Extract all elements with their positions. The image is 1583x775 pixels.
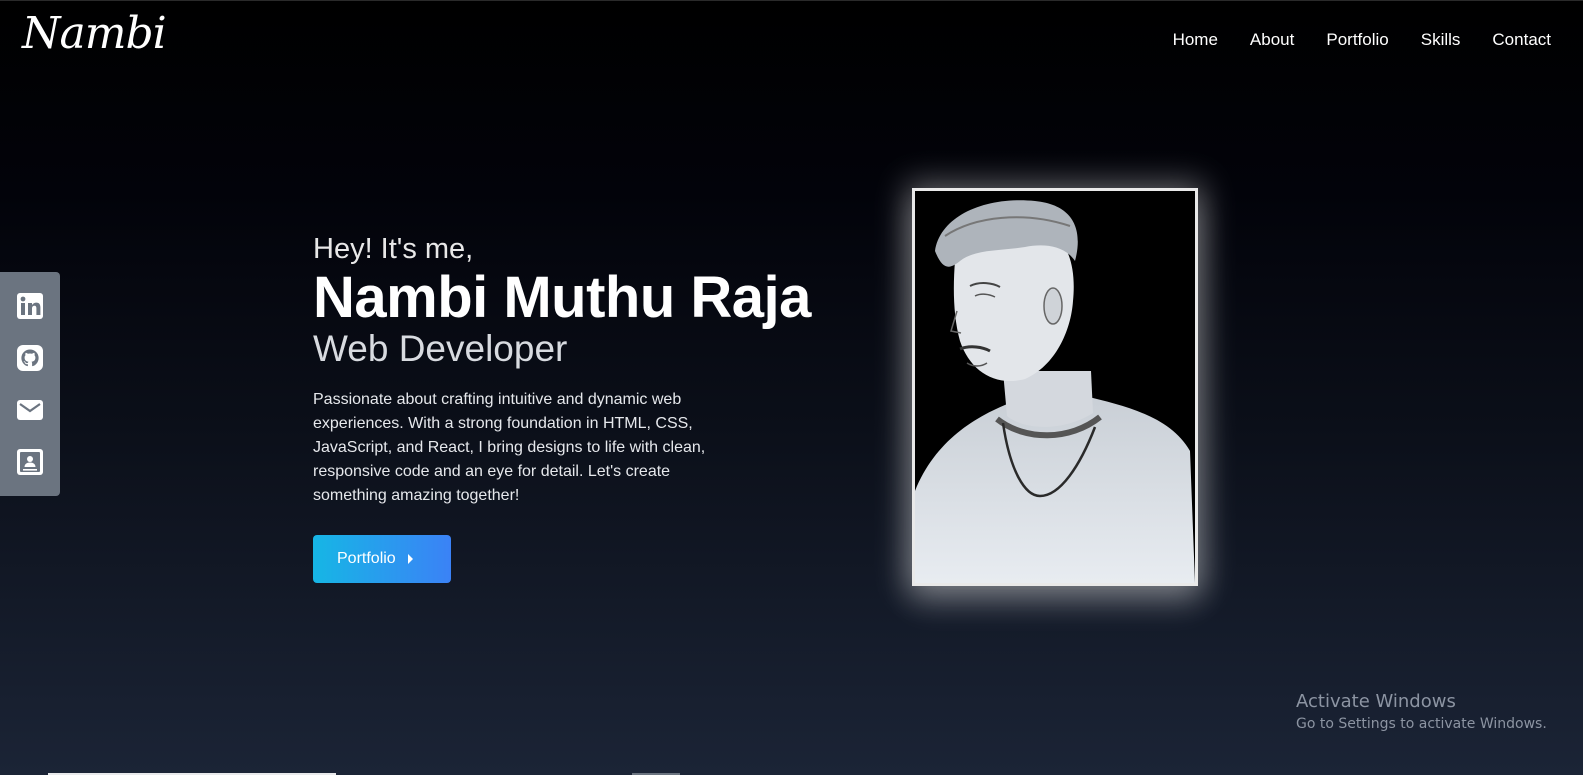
hero-role: Web Developer (313, 328, 568, 369)
linkedin-icon[interactable] (15, 291, 45, 321)
hero-name: Nambi Muthu Raja (313, 265, 811, 330)
main-nav: Home About Portfolio Skills Contact (1173, 30, 1551, 50)
nav-about[interactable]: About (1250, 30, 1294, 50)
nav-contact[interactable]: Contact (1492, 30, 1551, 50)
hero-section: Hey! It's me, Nambi Muthu Raja Web Devel… (313, 232, 873, 583)
watermark-subtitle: Go to Settings to activate Windows. (1296, 716, 1547, 732)
nav-skills[interactable]: Skills (1421, 30, 1461, 50)
social-sidebar (0, 272, 60, 496)
mail-icon[interactable] (15, 395, 45, 425)
windows-activation-watermark: Activate Windows Go to Settings to activ… (1296, 690, 1547, 734)
caret-right-icon (407, 554, 413, 564)
github-icon[interactable] (15, 343, 45, 373)
hero-greeting: Hey! It's me, (313, 233, 474, 265)
watermark-title: Activate Windows (1296, 691, 1456, 712)
site-logo[interactable]: Nambi (22, 8, 167, 59)
contact-card-icon[interactable] (15, 447, 45, 477)
profile-portrait (912, 188, 1198, 586)
window-top-border (0, 0, 1583, 1)
nav-home[interactable]: Home (1173, 30, 1218, 50)
hero-description: Passionate about crafting intuitive and … (313, 391, 706, 504)
nav-portfolio[interactable]: Portfolio (1326, 30, 1388, 50)
portfolio-button[interactable]: Portfolio (313, 535, 451, 583)
portfolio-button-label: Portfolio (337, 550, 396, 567)
portrait-sketch-image (915, 191, 1195, 583)
